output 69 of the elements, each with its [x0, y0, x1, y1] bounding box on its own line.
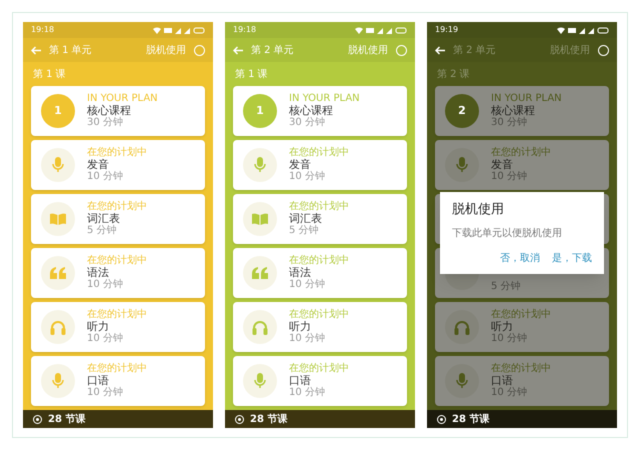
- plan-tag: IN YOUR PLAN: [491, 93, 562, 105]
- lesson-number: 1: [41, 94, 75, 128]
- plan-tag: 在您的计划中: [87, 255, 147, 267]
- plan-tag: 在您的计划中: [289, 201, 349, 213]
- status-time: 19:18: [233, 24, 256, 36]
- plan-tag: 在您的计划中: [289, 363, 349, 375]
- lesson-title: 发音: [491, 158, 514, 171]
- lesson-title: 口语: [491, 374, 514, 387]
- lesson-title: 口语: [289, 374, 312, 387]
- plan-tag: 在您的计划中: [87, 201, 147, 213]
- offline-label: 脱机使用: [146, 44, 186, 58]
- lesson-duration: 10 分钟: [491, 171, 528, 183]
- lesson-duration: 10 分钟: [87, 387, 124, 399]
- lesson-count: 28 节课: [250, 412, 288, 426]
- lesson-duration: 10 分钟: [87, 171, 124, 183]
- lesson-duration: 10 分钟: [289, 387, 326, 399]
- plan-tag: 在您的计划中: [491, 363, 551, 375]
- lesson-title: 听力: [289, 320, 312, 333]
- lesson-title: 听力: [87, 320, 110, 333]
- offline-label: 脱机使用: [550, 44, 590, 58]
- lesson-title: 口语: [87, 374, 110, 387]
- status-time: 19:18: [31, 24, 54, 36]
- plan-tag: 在您的计划中: [289, 255, 349, 267]
- lesson-duration: 30 分钟: [87, 117, 124, 129]
- unit-title: 第 1 单元: [49, 44, 93, 58]
- lesson-duration: 5 分钟: [289, 225, 320, 237]
- lesson-duration: 10 分钟: [491, 333, 528, 345]
- lesson-duration: 10 分钟: [289, 279, 326, 291]
- lesson-duration: 10 分钟: [491, 387, 528, 399]
- lesson-label: 第 1 课: [235, 68, 268, 82]
- lesson-duration: 5 分钟: [87, 225, 118, 237]
- lesson-duration: 10 分钟: [87, 279, 124, 291]
- status-time: 19:19: [435, 24, 458, 36]
- lesson-title: 词汇表: [289, 212, 323, 225]
- lesson-title: 发音: [87, 158, 110, 171]
- plan-tag: 在您的计划中: [491, 309, 551, 321]
- lesson-title: 语法: [289, 266, 312, 279]
- lesson-title: 核心课程: [289, 104, 334, 117]
- plan-tag: 在您的计划中: [87, 363, 147, 375]
- plan-tag: 在您的计划中: [87, 147, 147, 159]
- lesson-title: 听力: [491, 320, 514, 333]
- lesson-count: 28 节课: [48, 412, 86, 426]
- lesson-duration: 30 分钟: [289, 117, 326, 129]
- lesson-title: 核心课程: [87, 104, 132, 117]
- plan-tag: IN YOUR PLAN: [289, 93, 360, 105]
- dialog-title: 脱机使用: [452, 201, 505, 219]
- lesson-duration: 30 分钟: [491, 117, 528, 129]
- plan-tag: IN YOUR PLAN: [87, 93, 158, 105]
- lesson-duration: 10 分钟: [87, 333, 124, 345]
- lesson-duration: 10 分钟: [289, 333, 326, 345]
- lesson-label: 第 2 课: [437, 68, 470, 82]
- lesson-duration: 5 分钟: [491, 280, 521, 292]
- plan-tag: 在您的计划中: [491, 147, 551, 159]
- lesson-duration: 10 分钟: [289, 171, 326, 183]
- lesson-label: 第 1 课: [33, 68, 66, 82]
- plan-tag: 在您的计划中: [289, 309, 349, 321]
- unit-title: 第 2 单元: [453, 44, 497, 58]
- lesson-title: 语法: [87, 266, 110, 279]
- lesson-number: 1: [243, 94, 277, 128]
- dialog-message: 下载此单元以便脱机使用: [452, 226, 563, 240]
- lesson-title: 发音: [289, 158, 312, 171]
- plan-tag: 在您的计划中: [289, 147, 349, 159]
- lesson-title: 词汇表: [87, 212, 121, 225]
- plan-tag: 在您的计划中: [87, 309, 147, 321]
- unit-title: 第 2 单元: [251, 44, 295, 58]
- lesson-count: 28 节课: [452, 412, 490, 426]
- lesson-number: 2: [445, 94, 479, 128]
- offline-label: 脱机使用: [348, 44, 388, 58]
- lesson-title: 核心课程: [491, 104, 536, 117]
